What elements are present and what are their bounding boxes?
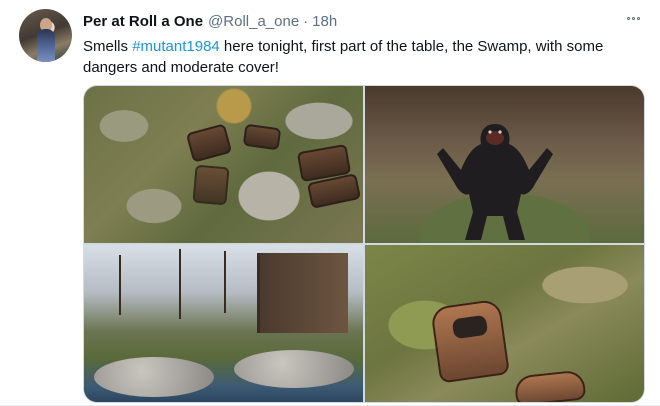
tweet-text: Smells #mutant1984 here tonight, first p… — [83, 36, 643, 78]
rock — [234, 350, 354, 388]
user-handle[interactable]: @Roll_a_one — [208, 13, 299, 30]
more-dot — [626, 16, 630, 20]
dead-tree — [224, 251, 226, 313]
model-car — [430, 298, 510, 384]
more-dot — [636, 16, 640, 20]
rock — [94, 357, 214, 397]
tweet-timestamp[interactable]: 18h — [312, 13, 337, 30]
dead-tree — [179, 249, 181, 319]
more-dot — [631, 16, 635, 20]
avatar-figure — [37, 29, 55, 62]
display-name[interactable]: Per at Roll a One — [83, 13, 203, 30]
media-grid — [83, 85, 645, 403]
gorilla-miniature — [437, 124, 553, 240]
tweet-card[interactable]: Per at Roll a One @Roll_a_one · 18h Smel… — [0, 0, 660, 406]
tweet-text-start: Smells — [83, 38, 133, 55]
dead-tree — [119, 255, 121, 315]
tweet-header: Per at Roll a One @Roll_a_one · 18h — [83, 11, 337, 31]
photo-swamp-overview[interactable] — [84, 86, 363, 243]
model-car — [192, 164, 230, 206]
wooden-hut — [257, 253, 348, 333]
header-separator: · — [303, 12, 309, 30]
photo-gorilla-miniature[interactable] — [365, 86, 644, 243]
more-options-icon[interactable] — [622, 8, 644, 28]
model-car — [185, 123, 233, 163]
hashtag-link[interactable]: #mutant1984 — [132, 38, 220, 55]
avatar[interactable] — [19, 9, 72, 62]
photo-wrecked-car[interactable] — [365, 245, 644, 402]
model-car — [513, 369, 587, 402]
photo-swamp-hut[interactable] — [84, 245, 363, 402]
model-car — [242, 123, 282, 151]
